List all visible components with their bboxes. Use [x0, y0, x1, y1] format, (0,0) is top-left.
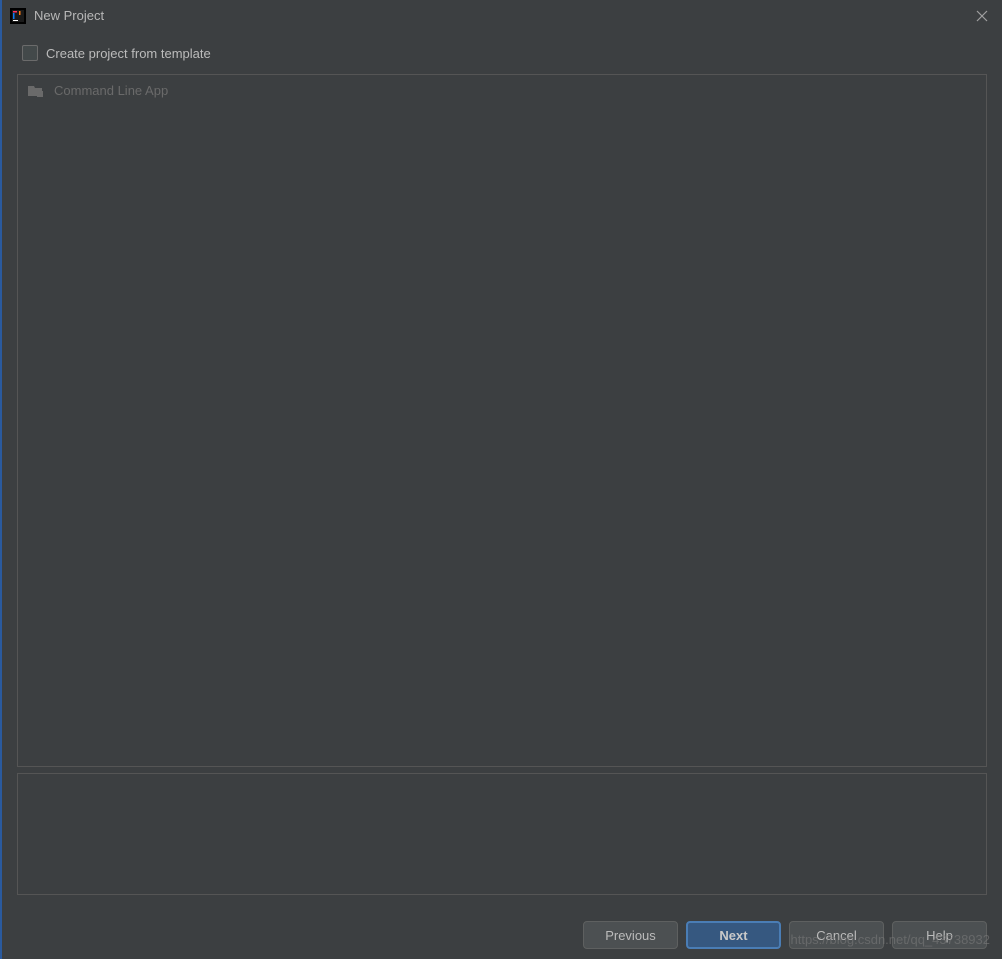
previous-button[interactable]: Previous	[583, 921, 678, 949]
folder-icon	[28, 84, 44, 98]
cancel-button[interactable]: Cancel	[789, 921, 884, 949]
help-button[interactable]: Help	[892, 921, 987, 949]
template-checkbox-row: Create project from template	[2, 31, 1002, 74]
titlebar: New Project	[2, 0, 1002, 31]
description-panel	[17, 773, 987, 895]
close-icon	[976, 10, 988, 22]
button-bar: Previous Next Cancel Help	[2, 906, 1002, 959]
template-item-command-line-app[interactable]: Command Line App	[18, 75, 986, 106]
content-area: Create project from template Command Lin…	[2, 31, 1002, 959]
close-button[interactable]	[970, 4, 994, 28]
template-item-label: Command Line App	[54, 83, 168, 98]
template-checkbox-label[interactable]: Create project from template	[46, 46, 211, 61]
window-title: New Project	[34, 8, 970, 23]
app-icon	[10, 8, 26, 24]
template-checkbox[interactable]	[22, 45, 38, 61]
new-project-dialog: New Project Create project from template	[0, 0, 1002, 959]
template-list-panel: Command Line App	[17, 74, 987, 767]
next-button[interactable]: Next	[686, 921, 781, 949]
